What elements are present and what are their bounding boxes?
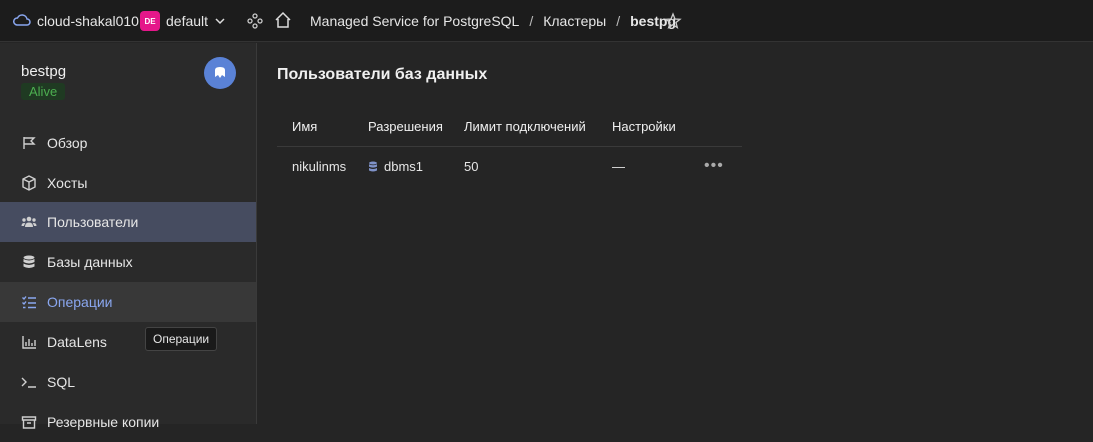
breadcrumb-clusters[interactable]: Кластеры bbox=[543, 13, 606, 29]
status-badge: Alive bbox=[21, 83, 66, 100]
sidebar-item-label: Операции bbox=[47, 294, 113, 310]
sidebar-item-datalens[interactable]: DataLens bbox=[0, 322, 256, 362]
sidebar-item-label: Хосты bbox=[47, 175, 88, 191]
user-name-cell: nikulinms bbox=[292, 159, 347, 174]
main-content: Пользователи баз данных Имя Разрешения Л… bbox=[257, 43, 1093, 424]
connection-limit-cell: 50 bbox=[464, 159, 479, 174]
users-icon bbox=[20, 213, 38, 231]
cluster-name: bestpg bbox=[21, 63, 67, 80]
sidebar-item-label: Резервные копии bbox=[47, 414, 160, 430]
sidebar-item-backups[interactable]: Резервные копии bbox=[0, 402, 256, 442]
permission-db-name[interactable]: dbms1 bbox=[384, 159, 423, 174]
cube-icon bbox=[20, 174, 38, 192]
sidebar-item-label: Обзор bbox=[47, 135, 88, 151]
sidebar-item-sql[interactable]: SQL bbox=[0, 362, 256, 402]
terminal-icon bbox=[20, 373, 38, 391]
breadcrumb-separator: / bbox=[529, 13, 534, 29]
sidebar: bestpg Alive Обзор Хосты Пользователи Ба… bbox=[0, 43, 257, 430]
more-actions-icon[interactable]: ••• bbox=[704, 157, 724, 175]
archive-icon bbox=[20, 413, 38, 431]
cloud-icon[interactable] bbox=[13, 13, 31, 30]
star-icon[interactable] bbox=[664, 12, 682, 33]
sidebar-item-label: DataLens bbox=[47, 334, 107, 350]
sidebar-item-users[interactable]: Пользователи bbox=[0, 202, 256, 242]
home-icon[interactable] bbox=[274, 11, 292, 32]
database-icon bbox=[368, 161, 378, 173]
column-header-permissions[interactable]: Разрешения bbox=[368, 119, 443, 134]
top-bar: cloud-shakal010 DE default Managed Servi… bbox=[0, 0, 1093, 42]
sidebar-item-label: SQL bbox=[47, 374, 76, 390]
cloud-selector[interactable]: cloud-shakal010 bbox=[37, 13, 139, 29]
chevron-down-icon[interactable] bbox=[214, 14, 226, 30]
breadcrumb-separator: / bbox=[616, 13, 621, 29]
services-icon[interactable] bbox=[246, 12, 264, 33]
sidebar-item-hosts[interactable]: Хосты bbox=[0, 163, 256, 203]
flag-icon bbox=[20, 134, 38, 152]
tooltip: Операции bbox=[145, 327, 218, 351]
breadcrumb-service[interactable]: Managed Service for PostgreSQL bbox=[310, 13, 519, 29]
settings-cell: — bbox=[612, 159, 625, 174]
permission-cell: dbms1 bbox=[368, 159, 423, 174]
column-header-name[interactable]: Имя bbox=[292, 119, 317, 134]
table-header-divider bbox=[277, 146, 742, 147]
chart-icon bbox=[20, 333, 38, 351]
sidebar-item-overview[interactable]: Обзор bbox=[0, 123, 256, 163]
column-header-settings[interactable]: Настройки bbox=[612, 119, 676, 134]
sidebar-item-label: Базы данных bbox=[47, 254, 133, 270]
sidebar-item-databases[interactable]: Базы данных bbox=[0, 242, 256, 282]
folder-selector[interactable]: default bbox=[166, 13, 208, 29]
cluster-avatar bbox=[204, 57, 236, 89]
breadcrumb: Managed Service for PostgreSQL / Кластер… bbox=[310, 13, 676, 29]
checklist-icon bbox=[20, 293, 38, 311]
folder-badge: DE bbox=[140, 11, 160, 31]
column-header-connection-limit[interactable]: Лимит подключений bbox=[464, 119, 586, 134]
page-title: Пользователи баз данных bbox=[277, 66, 488, 83]
sidebar-item-operations[interactable]: Операции bbox=[0, 282, 256, 322]
sidebar-item-label: Пользователи bbox=[47, 214, 139, 230]
database-icon bbox=[20, 253, 38, 271]
